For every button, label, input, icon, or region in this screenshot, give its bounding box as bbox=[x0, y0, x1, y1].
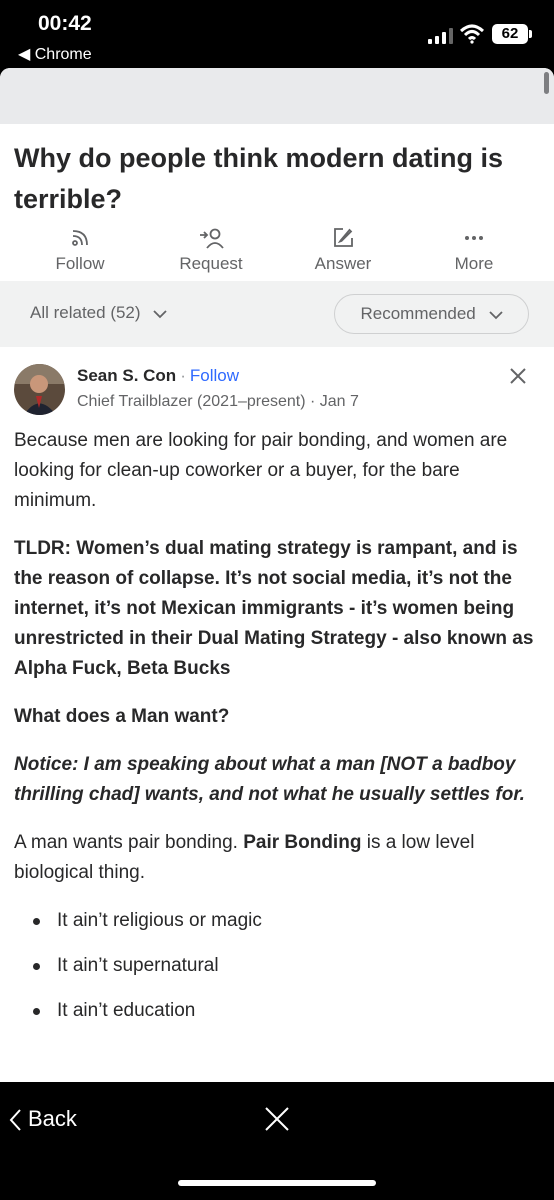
browser-bottom-bar: Back bbox=[0, 1082, 554, 1200]
answer-author-line: Sean S. Con · Follow bbox=[77, 366, 239, 386]
pair-bonding-paragraph: A man wants pair bonding. Pair Bonding i… bbox=[14, 828, 542, 888]
answer-label: Answer bbox=[314, 254, 372, 273]
request-icon bbox=[200, 228, 224, 249]
page-sheet: Why do people think modern dating is ter… bbox=[0, 68, 554, 1082]
more-label: More bbox=[454, 254, 494, 273]
more-button[interactable]: More bbox=[414, 224, 534, 274]
more-icon bbox=[465, 236, 483, 240]
battery-tip bbox=[529, 30, 532, 38]
list-item: It ain’t religious or magic bbox=[14, 906, 542, 936]
follow-icon bbox=[72, 230, 88, 246]
close-icon[interactable] bbox=[508, 366, 528, 386]
answer-button[interactable]: Answer bbox=[283, 224, 403, 274]
sort-dropdown[interactable]: Recommended bbox=[334, 294, 529, 334]
sort-label: Recommended bbox=[360, 304, 476, 323]
tldr-paragraph: TLDR: Women’s dual mating strategy is ra… bbox=[14, 538, 534, 679]
clock: 00:42 bbox=[38, 12, 92, 35]
scrollbar[interactable] bbox=[544, 72, 549, 94]
follow-label: Follow bbox=[55, 254, 105, 273]
filter-bar: All related (52) Recommended bbox=[0, 281, 554, 347]
wifi-icon bbox=[460, 24, 484, 44]
chevron-left-icon bbox=[9, 1109, 21, 1131]
chevron-down-icon bbox=[488, 310, 503, 319]
section-heading: What does a Man want? bbox=[14, 706, 230, 727]
back-to-app-link[interactable]: ◀ Chrome bbox=[18, 44, 92, 64]
list-item: It ain’t supernatural bbox=[14, 951, 542, 981]
question-actions: Follow Request Answer More bbox=[0, 224, 554, 280]
separator-dot: · bbox=[180, 366, 186, 385]
notice-paragraph: Notice: I am speaking about what a man [… bbox=[14, 754, 525, 805]
follow-question-button[interactable]: Follow bbox=[20, 224, 140, 274]
list-item: It ain’t education bbox=[14, 996, 542, 1026]
avatar[interactable] bbox=[14, 364, 65, 415]
answer-paragraph: Because men are looking for pair bonding… bbox=[14, 430, 508, 511]
answer-icon bbox=[334, 228, 353, 247]
author-credential: Chief Trailblazer (2021–present) · Jan 7 bbox=[77, 393, 359, 410]
back-button[interactable]: Back bbox=[8, 1106, 77, 1132]
paragraph-bold-text: Pair Bonding bbox=[243, 832, 362, 853]
answer-body: Because men are looking for pair bonding… bbox=[14, 426, 542, 1041]
top-bar bbox=[0, 68, 554, 124]
status-bar: 00:42 ◀ Chrome 62 bbox=[0, 0, 554, 68]
chevron-down-icon bbox=[153, 309, 167, 318]
back-label: Back bbox=[28, 1106, 77, 1131]
all-related-label: All related (52) bbox=[30, 303, 141, 322]
bullet-list: It ain’t religious or magic It ain’t sup… bbox=[14, 906, 542, 1026]
request-button[interactable]: Request bbox=[151, 224, 271, 274]
close-icon[interactable] bbox=[264, 1106, 290, 1132]
paragraph-text: A man wants pair bonding. bbox=[14, 832, 244, 853]
question-title[interactable]: Why do people think modern dating is ter… bbox=[14, 138, 544, 220]
request-label: Request bbox=[179, 254, 243, 273]
cellular-signal-icon bbox=[428, 28, 453, 44]
all-related-dropdown[interactable]: All related (52) bbox=[30, 303, 167, 323]
follow-author-link[interactable]: Follow bbox=[190, 366, 239, 385]
author-name[interactable]: Sean S. Con bbox=[77, 366, 176, 385]
home-indicator[interactable] bbox=[178, 1180, 376, 1186]
battery-indicator: 62 bbox=[492, 24, 528, 44]
